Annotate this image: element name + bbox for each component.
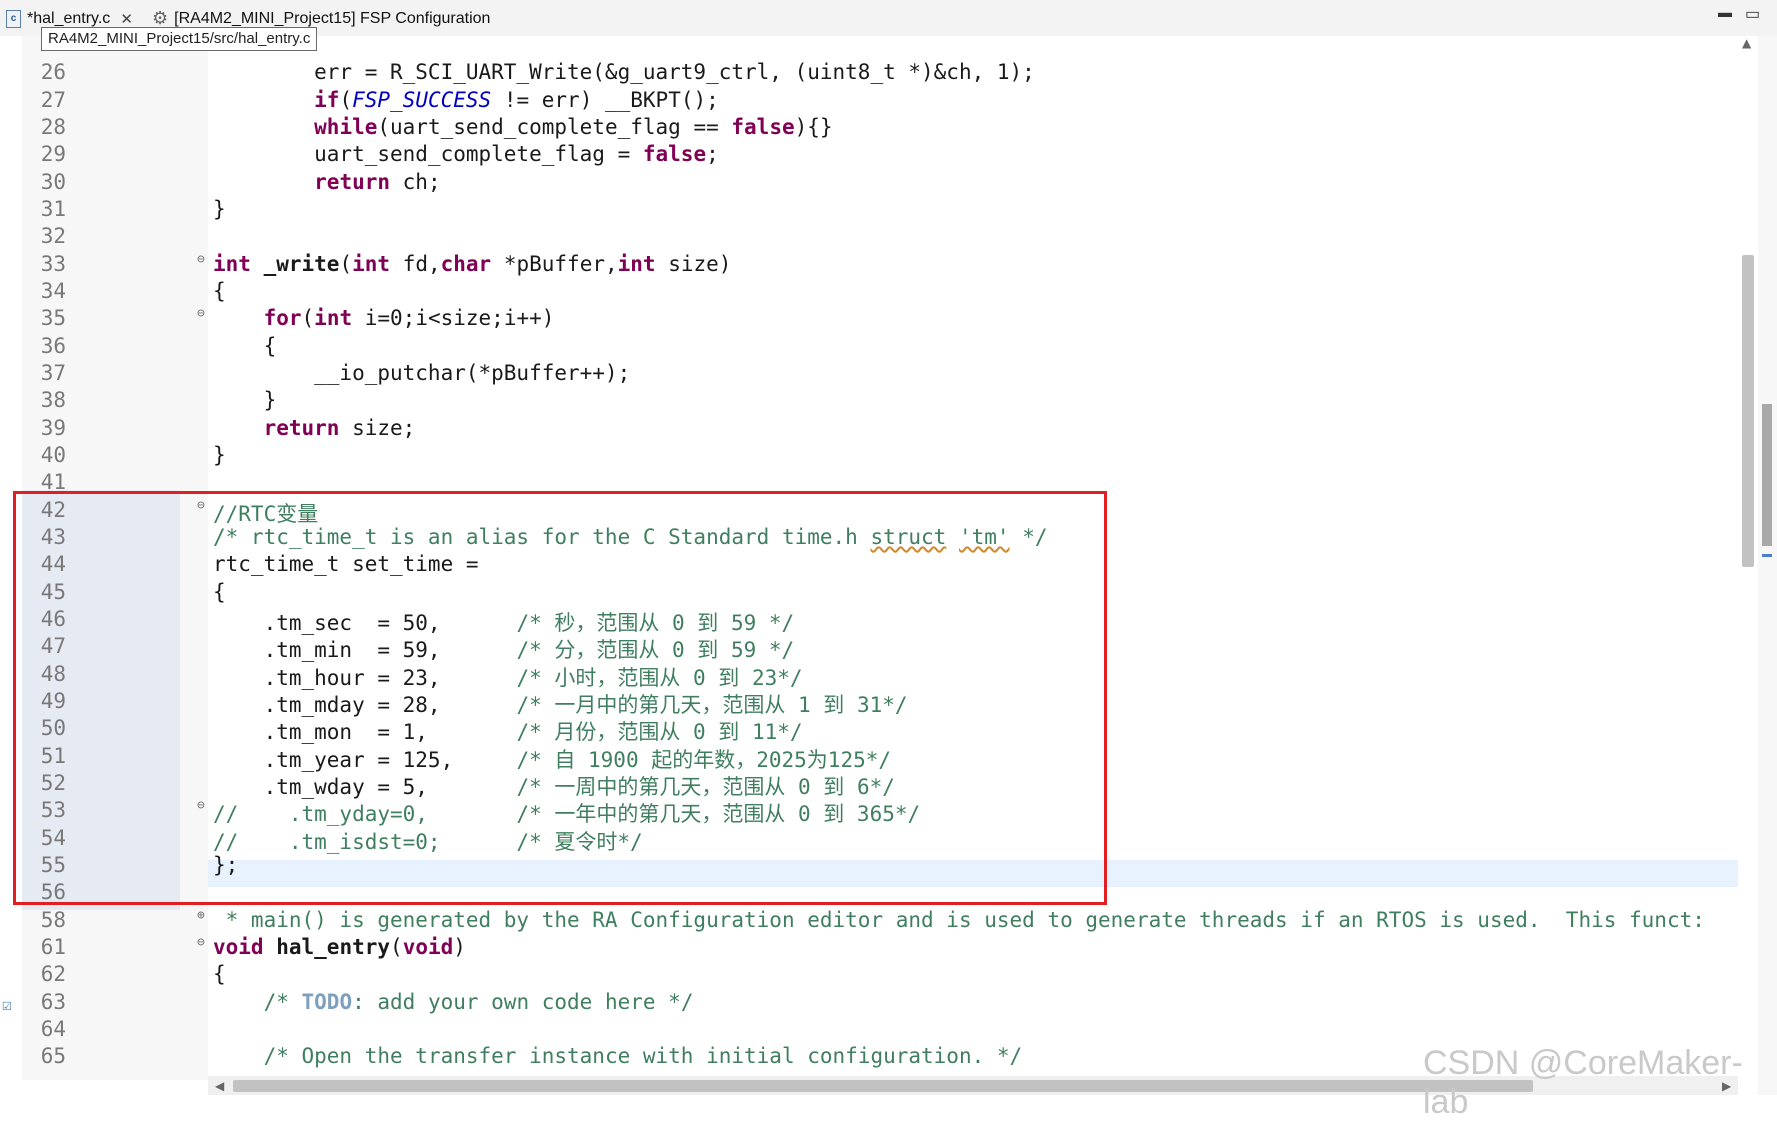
fold-collapse-icon[interactable]: ⊖	[197, 252, 205, 267]
vertical-scroll-thumb[interactable]	[1742, 255, 1754, 567]
code-line[interactable]: {	[213, 334, 277, 358]
code-line[interactable]: {	[213, 962, 226, 986]
code-line[interactable]: err = R_SCI_UART_Write(&g_uart9_ctrl, (u…	[213, 60, 1035, 84]
tab-fsp-configuration-label: [RA4M2_MINI_Project15] FSP Configuration	[174, 9, 491, 27]
line-number: 31	[40, 197, 66, 221]
code-line[interactable]: while(uart_send_complete_flag == false){…	[213, 115, 832, 139]
scroll-up-icon[interactable]: ▲	[1742, 36, 1751, 50]
line-number: 29	[40, 142, 66, 166]
code-line[interactable]: /* Open the transfer instance with initi…	[213, 1044, 1023, 1068]
line-number: 33	[40, 252, 66, 276]
task-marker-icon[interactable]: ☑	[2, 995, 12, 1014]
line-number: 65	[40, 1044, 66, 1068]
line-number: 36	[40, 334, 66, 358]
line-number: 26	[40, 60, 66, 84]
fold-collapse-icon[interactable]: ⊖	[197, 306, 205, 321]
code-line[interactable]: }	[213, 388, 277, 412]
code-line[interactable]: if(FSP_SUCCESS != err) __BKPT();	[213, 88, 719, 112]
minimize-icon[interactable]: ▬	[1718, 4, 1732, 20]
code-line[interactable]: __io_putchar(*pBuffer++);	[213, 361, 630, 385]
line-number: 63	[40, 990, 66, 1014]
line-number: 28	[40, 115, 66, 139]
gear-icon: ⚙	[152, 8, 169, 28]
line-number: 38	[40, 388, 66, 412]
code-line[interactable]: uart_send_complete_flag = false;	[213, 142, 719, 166]
code-line[interactable]: * main() is generated by the RA Configur…	[213, 908, 1705, 932]
line-number: 37	[40, 361, 66, 385]
maximize-icon[interactable]: ▭	[1745, 4, 1760, 24]
line-number: 32	[40, 224, 66, 248]
code-line[interactable]: }	[213, 443, 226, 467]
code-line[interactable]: {	[213, 279, 226, 303]
highlight-box	[13, 491, 1107, 905]
line-number: 64	[40, 1017, 66, 1041]
line-number: 58	[40, 908, 66, 932]
code-line[interactable]: }	[213, 197, 226, 221]
line-number: 61	[40, 935, 66, 959]
code-line[interactable]: return size;	[213, 416, 416, 440]
close-icon[interactable]: ✕	[120, 10, 133, 28]
fold-expand-icon[interactable]: ⊕	[197, 908, 205, 923]
tab-hal-entry-label: *hal_entry.c	[27, 9, 111, 27]
c-file-icon: c	[6, 9, 21, 28]
code-line[interactable]: return ch;	[213, 170, 440, 194]
code-line[interactable]: for(int i=0;i<size;i++)	[213, 306, 555, 330]
code-line[interactable]: void hal_entry(void)	[213, 935, 466, 959]
overview-ruler-mark	[1762, 404, 1772, 546]
scroll-left-icon[interactable]: ◀	[215, 1079, 224, 1093]
horizontal-scroll-thumb[interactable]	[233, 1080, 1533, 1092]
overview-ruler-mark	[1762, 554, 1772, 557]
fold-collapse-icon[interactable]: ⊖	[197, 935, 205, 950]
code-line[interactable]: /* TODO: add your own code here */	[213, 990, 694, 1014]
line-number: 40	[40, 443, 66, 467]
line-number: 30	[40, 170, 66, 194]
line-number: 27	[40, 88, 66, 112]
watermark: CSDN @CoreMaker-lab	[1423, 1044, 1743, 1121]
line-number: 62	[40, 962, 66, 986]
file-path-tooltip: RA4M2_MINI_Project15/src/hal_entry.c	[41, 27, 318, 51]
line-number: 39	[40, 416, 66, 440]
line-number: 34	[40, 279, 66, 303]
code-line[interactable]: int _write(int fd,char *pBuffer,int size…	[213, 252, 731, 276]
overview-ruler[interactable]	[1758, 36, 1777, 1095]
line-number: 35	[40, 306, 66, 330]
